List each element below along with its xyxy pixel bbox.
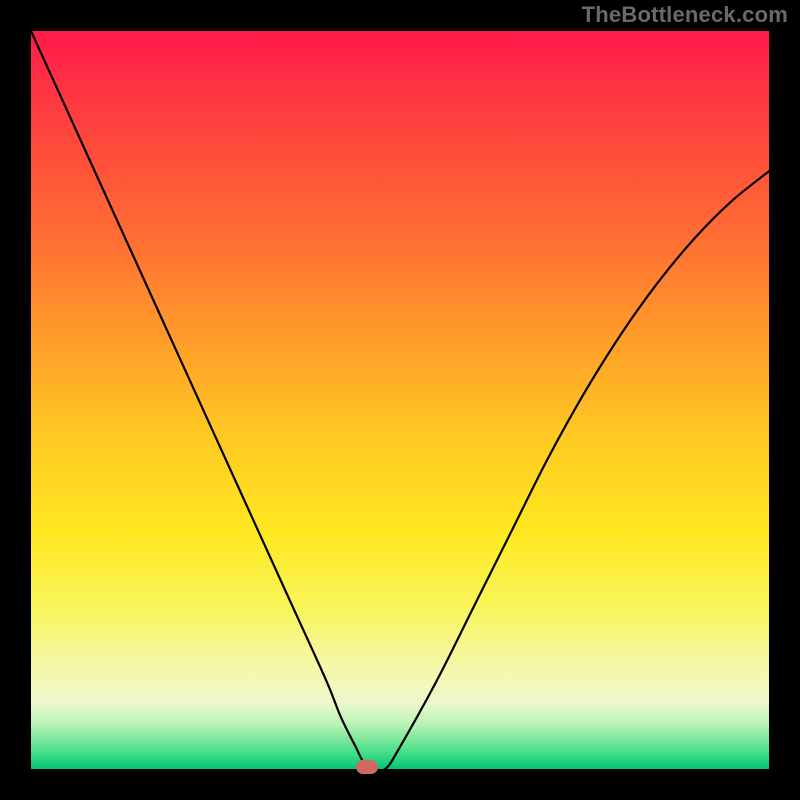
optimal-point-marker <box>356 760 378 774</box>
chart-frame: TheBottleneck.com <box>0 0 800 800</box>
watermark-text: TheBottleneck.com <box>582 2 788 28</box>
curve-path <box>31 31 769 769</box>
bottleneck-curve <box>31 31 769 769</box>
